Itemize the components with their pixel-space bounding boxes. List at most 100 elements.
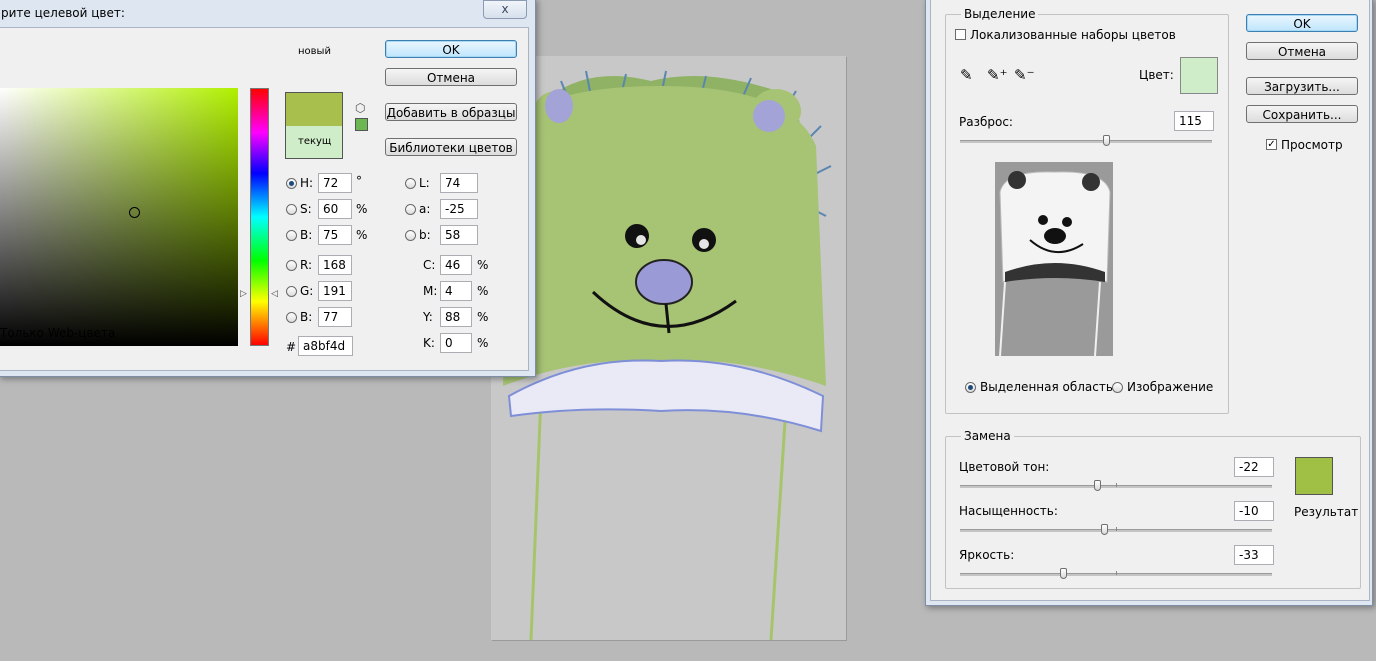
hex-label: #	[286, 340, 297, 354]
result-label: Результат	[1294, 505, 1359, 519]
color-picker-dialog: рите целевой цвет: x ▷ ◁ новый текущ ⬡ O…	[0, 0, 536, 377]
eyedropper-minus-icon[interactable]: ✎⁻	[1014, 66, 1035, 84]
save-button[interactable]: Сохранить...	[1246, 105, 1358, 123]
hue-slider[interactable]	[250, 88, 269, 346]
fuzziness-label: Разброс:	[959, 115, 1013, 129]
c-unit: %	[477, 258, 489, 272]
y-label: Y:	[423, 310, 433, 324]
hue-input[interactable]: -22	[1234, 457, 1274, 477]
saturation-center-tick	[1116, 527, 1117, 531]
close-button[interactable]: x	[483, 0, 527, 19]
fuzziness-input[interactable]: 115	[1174, 111, 1214, 131]
b-rgb-input[interactable]: 77	[318, 307, 352, 327]
r-input[interactable]: 168	[318, 255, 352, 275]
document-canvas[interactable]	[491, 56, 846, 640]
web-safe-swatch-icon[interactable]	[355, 118, 368, 131]
hue-slider-thumb[interactable]	[1094, 480, 1102, 491]
h-radio[interactable]	[286, 178, 297, 189]
preview-mask-image	[995, 162, 1113, 357]
b-lab-input[interactable]: 58	[440, 225, 478, 245]
cancel-button[interactable]: Отмена	[385, 68, 517, 86]
lightness-label: Яркость:	[959, 548, 1015, 562]
image-radio[interactable]	[1112, 382, 1123, 393]
preview-label[interactable]: Просмотр	[1281, 138, 1343, 152]
replace-cancel-button[interactable]: Отмена	[1246, 42, 1358, 60]
b-hsb-unit: %	[356, 228, 368, 242]
current-color-label: текущ	[298, 136, 332, 147]
y-unit: %	[477, 310, 489, 324]
lightness-slider-thumb[interactable]	[1059, 568, 1067, 579]
color-cursor[interactable]	[129, 207, 140, 218]
web-only-label[interactable]: Только Web-цвета	[0, 326, 115, 340]
c-label: C:	[423, 258, 436, 272]
lightness-input[interactable]: -33	[1234, 545, 1274, 565]
a-input[interactable]: -25	[440, 199, 478, 219]
saturation-input[interactable]: -10	[1234, 501, 1274, 521]
b-hsb-input[interactable]: 75	[318, 225, 352, 245]
m-label: M:	[423, 284, 438, 298]
s-input[interactable]: 60	[318, 199, 352, 219]
b-lab-label: b:	[419, 228, 431, 242]
preview-checkbox[interactable]: ✓	[1266, 139, 1277, 150]
b-hsb-radio[interactable]	[286, 230, 297, 241]
localized-checkbox[interactable]	[955, 29, 966, 40]
new-color-swatch	[286, 93, 342, 126]
picker-title: рите целевой цвет:	[1, 6, 125, 20]
hue-left-arrow-icon[interactable]: ▷	[240, 289, 247, 299]
l-radio[interactable]	[405, 178, 416, 189]
g-input[interactable]: 191	[318, 281, 352, 301]
h-unit: °	[356, 174, 362, 188]
h-label: H:	[300, 176, 314, 190]
k-unit: %	[477, 336, 489, 350]
selection-radio[interactable]	[965, 382, 976, 393]
hue-right-arrow-icon[interactable]: ◁	[271, 289, 278, 299]
add-to-swatches-button[interactable]: Добавить в образцы	[385, 103, 517, 121]
fuzziness-slider-track[interactable]	[960, 140, 1212, 143]
h-input[interactable]: 72	[318, 173, 352, 193]
b-hsb-label: B:	[300, 228, 313, 242]
saturation-brightness-field[interactable]	[0, 88, 238, 346]
m-input[interactable]: 4	[440, 281, 472, 301]
b-lab-radio[interactable]	[405, 230, 416, 241]
c-input[interactable]: 46	[440, 255, 472, 275]
hue-label: Цветовой тон:	[959, 460, 1050, 474]
hue-center-tick	[1116, 483, 1117, 487]
replacement-group-title: Замена	[961, 429, 1014, 443]
b-rgb-label: B:	[300, 310, 313, 324]
s-label: S:	[300, 202, 312, 216]
g-radio[interactable]	[286, 286, 297, 297]
a-label: a:	[419, 202, 431, 216]
a-radio[interactable]	[405, 204, 416, 215]
new-color-label: новый	[298, 46, 331, 57]
k-label: K:	[423, 336, 435, 350]
color-libraries-button[interactable]: Библиотеки цветов	[385, 138, 517, 156]
r-radio[interactable]	[286, 260, 297, 271]
hex-input[interactable]: a8bf4d	[298, 336, 353, 356]
saturation-label: Насыщенность:	[959, 504, 1058, 518]
image-radio-label[interactable]: Изображение	[1127, 380, 1213, 394]
k-input[interactable]: 0	[440, 333, 472, 353]
eyedropper-plus-icon[interactable]: ✎⁺	[987, 66, 1008, 84]
load-button[interactable]: Загрузить...	[1246, 77, 1358, 95]
r-label: R:	[300, 258, 313, 272]
fuzziness-slider-thumb[interactable]	[1103, 135, 1111, 146]
g-label: G:	[300, 284, 314, 298]
b-rgb-radio[interactable]	[286, 312, 297, 323]
selection-radio-label[interactable]: Выделенная область	[980, 380, 1113, 394]
replace-ok-button[interactable]: OK	[1246, 14, 1358, 32]
selection-color-swatch[interactable]	[1180, 57, 1218, 94]
l-input[interactable]: 74	[440, 173, 478, 193]
m-unit: %	[477, 284, 489, 298]
color-label: Цвет:	[1139, 68, 1174, 82]
l-label: L:	[419, 176, 430, 190]
y-input[interactable]: 88	[440, 307, 472, 327]
s-radio[interactable]	[286, 204, 297, 215]
result-color-swatch[interactable]	[1295, 457, 1333, 495]
eyedropper-icon[interactable]: ✎	[960, 66, 973, 84]
saturation-slider-thumb[interactable]	[1100, 524, 1108, 535]
hat-image	[503, 70, 832, 640]
ok-button[interactable]: OK	[385, 40, 517, 58]
localized-label[interactable]: Локализованные наборы цветов	[970, 28, 1176, 42]
cube-icon[interactable]: ⬡	[355, 101, 365, 115]
s-unit: %	[356, 202, 368, 216]
